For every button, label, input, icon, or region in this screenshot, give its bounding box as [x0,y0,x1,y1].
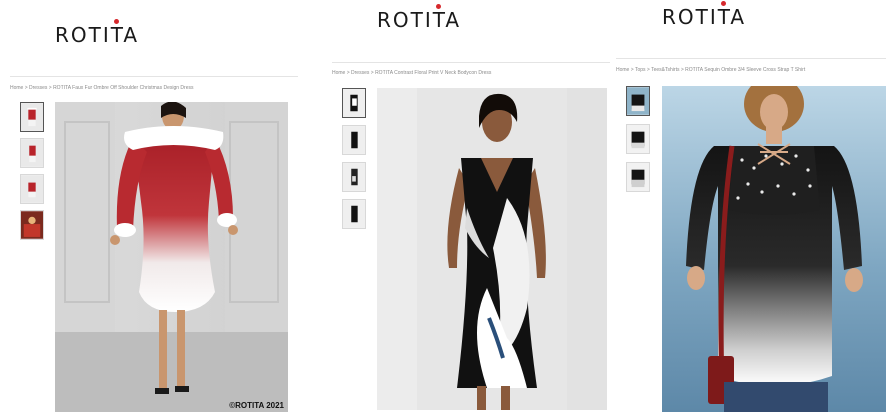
dress-thumbnail-image [343,163,365,191]
dress-thumbnail-image [21,103,43,131]
header-divider [616,58,886,59]
breadcrumb[interactable]: Home > Dresses > ROTITA Contrast Floral … [332,70,491,76]
thumbnail-4[interactable] [20,210,44,240]
thumbnail-2[interactable] [342,125,366,155]
logo-accent-dot [114,19,119,24]
top-thumbnail-image [627,87,649,115]
thumbnail-3[interactable] [342,162,366,192]
brand-name: ROTITA [662,5,747,29]
thumbnail-3[interactable] [20,174,44,204]
product-panel-2: ROTITA Home > Dresses > ROTITA Contrast … [320,0,613,414]
thumbnail-1[interactable] [20,102,44,132]
logo-accent-dot [436,4,441,9]
dress-thumbnail-image [21,175,43,203]
product-main-image[interactable]: ©ROTITA 2021 [55,102,288,412]
product-panel-1: ROTITA Home > Dresses > ROTITA Faux Fur … [0,0,300,414]
model-floral-bodycon-dress-photo [377,88,607,410]
header-divider [332,62,610,63]
product-panel-3: ROTITA Home > Tops > Tees&Tshirts > ROTI… [612,0,888,414]
copyright-watermark: ©ROTITA 2021 [229,401,284,410]
thumbnail-1[interactable] [626,86,650,116]
thumbnail-2[interactable] [626,124,650,154]
top-thumbnail-image [627,125,649,153]
thumbnail-4[interactable] [342,199,366,229]
breadcrumb[interactable]: Home > Tops > Tees&Tshirts > ROTITA Sequ… [616,67,805,73]
header-divider [10,76,298,77]
model-red-ombre-dress-photo [55,102,288,412]
product-main-image[interactable] [662,86,886,412]
brand-logo[interactable]: ROTITA [55,19,140,47]
thumbnail-3[interactable] [626,162,650,192]
dress-thumbnail-image [343,126,365,154]
brand-logo[interactable]: ROTITA [662,1,747,29]
dress-thumbnail-image [343,89,365,117]
logo-accent-dot [721,1,726,6]
top-thumbnail-image [627,163,649,191]
dress-thumbnail-image [343,200,365,228]
model-sequin-ombre-tshirt-photo [662,86,886,412]
thumbnail-2[interactable] [20,138,44,168]
dress-thumbnail-image [21,139,43,167]
product-main-image[interactable] [377,88,607,410]
brand-name: ROTITA [377,8,462,32]
breadcrumb[interactable]: Home > Dresses > ROTITA Faux Fur Ombre O… [10,85,193,91]
dress-thumbnail-image [21,211,43,239]
brand-name: ROTITA [55,23,140,47]
brand-logo[interactable]: ROTITA [377,4,462,32]
thumbnail-1[interactable] [342,88,366,118]
